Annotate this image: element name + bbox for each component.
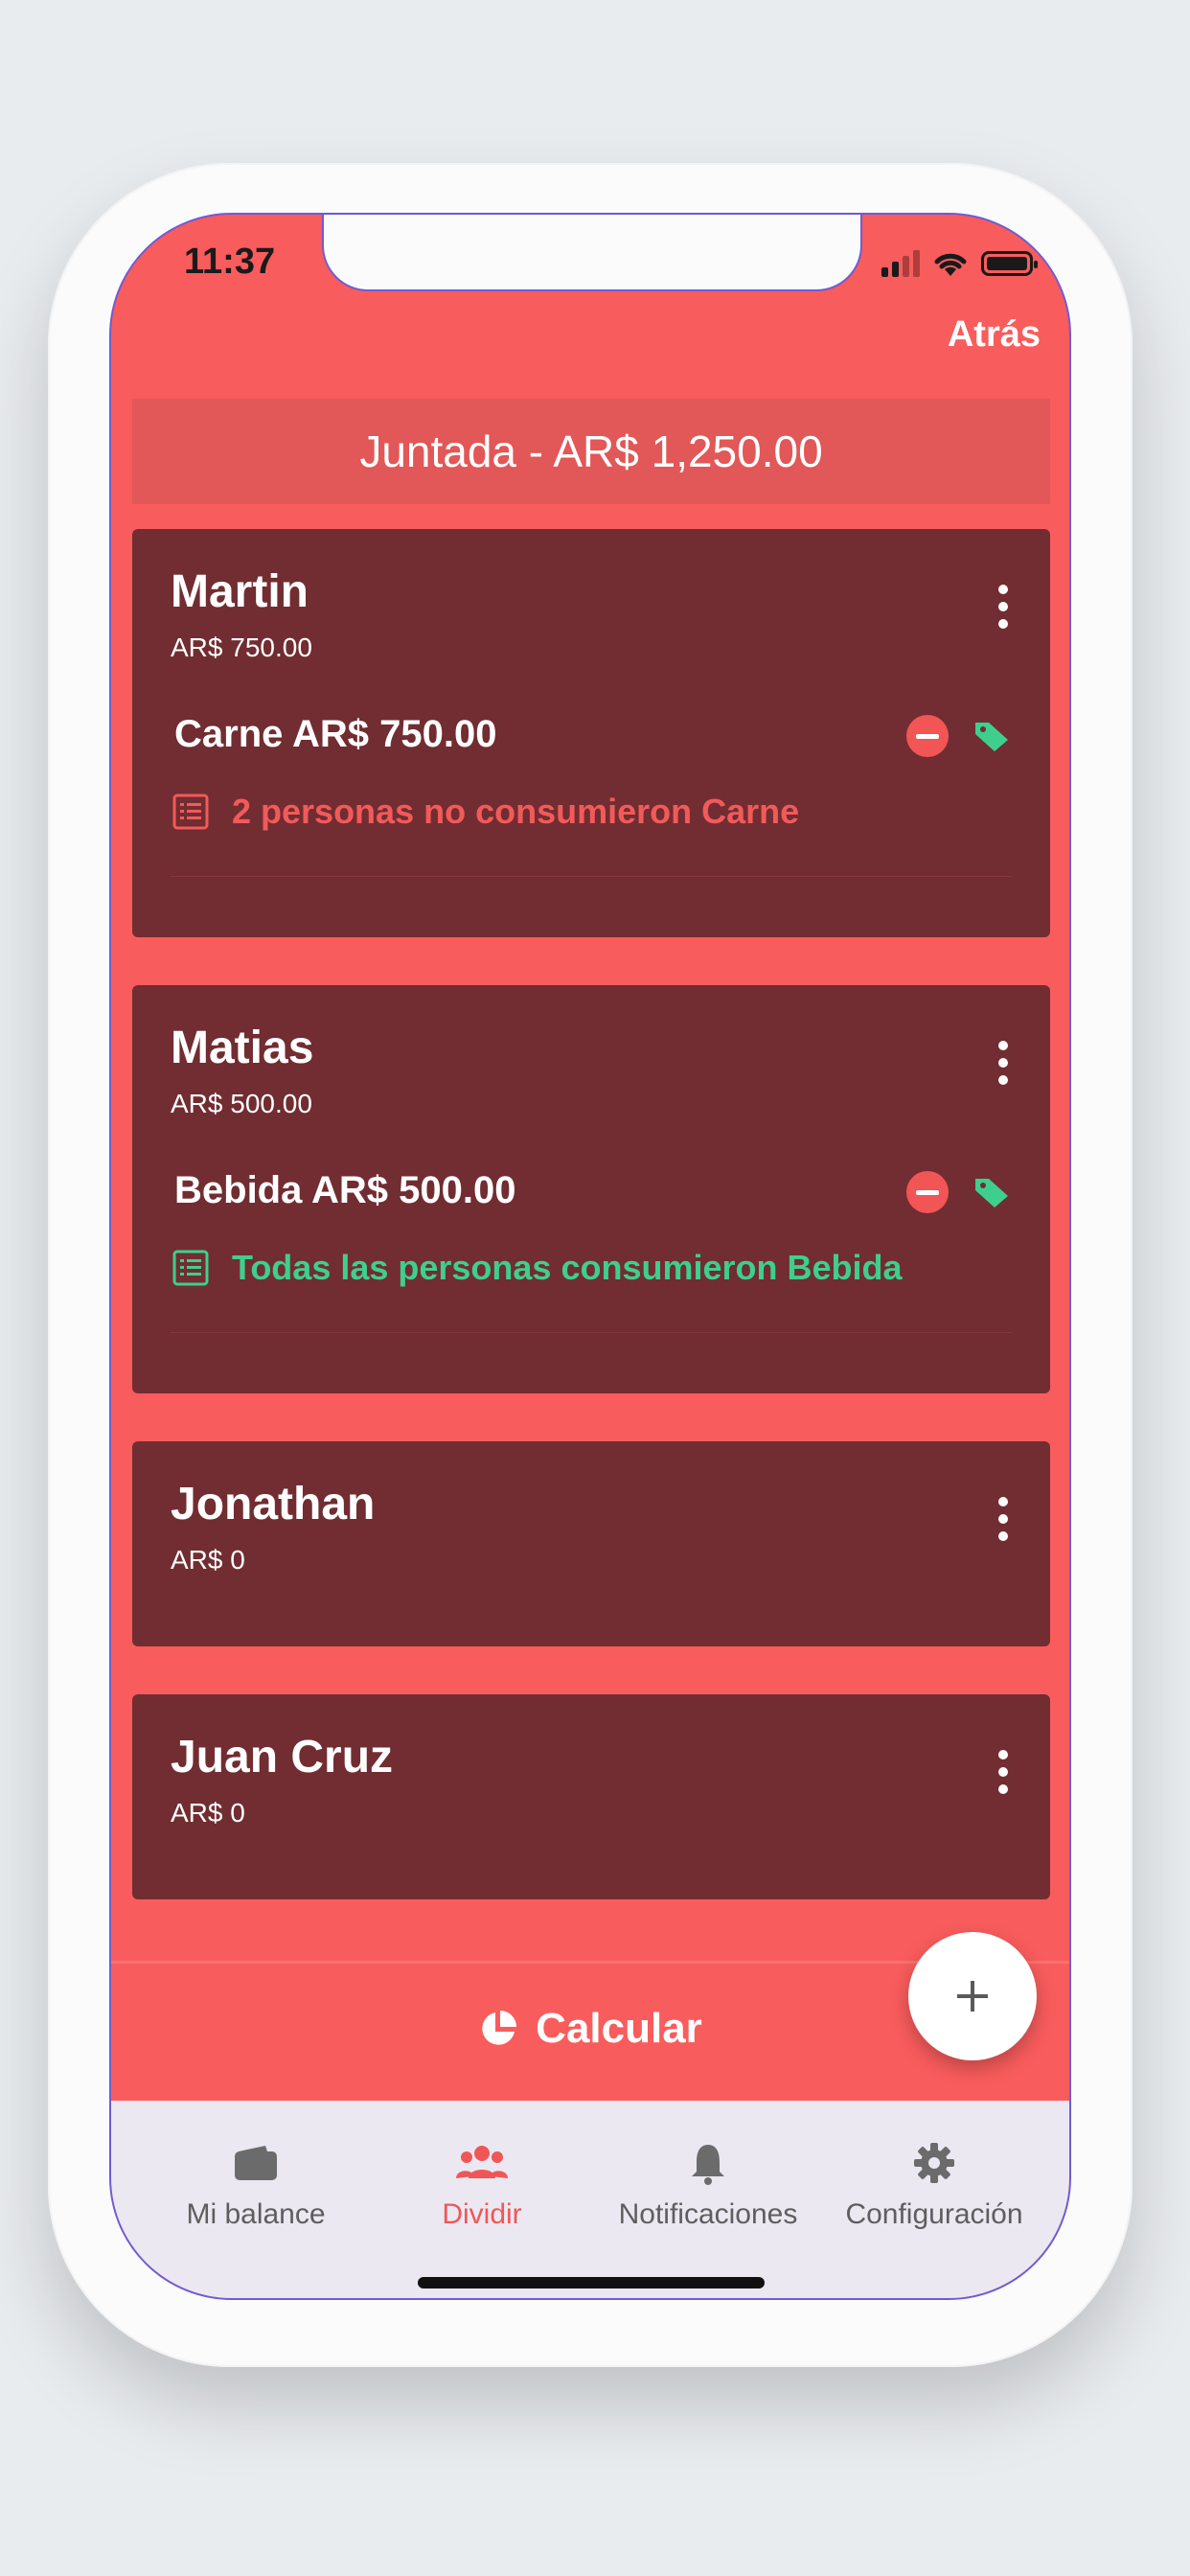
home-indicator bbox=[418, 2277, 765, 2288]
consumption-note: Todas las personas consumieron Bebida bbox=[172, 1248, 903, 1288]
app-screen: 11:37 Atrás Juntada - AR$ 1,250.00 Marti… bbox=[109, 213, 1071, 2300]
card-divider bbox=[171, 876, 1012, 877]
person-card[interactable]: Matias AR$ 500.00 Bebida AR$ 500.00 Toda… bbox=[132, 985, 1050, 1393]
battery-icon bbox=[981, 251, 1038, 276]
plus-icon bbox=[957, 1981, 988, 2012]
tag-icon[interactable] bbox=[973, 1175, 1010, 1209]
tab-dividir[interactable]: Dividir bbox=[362, 2139, 602, 2231]
consumption-note: 2 personas no consumieron Carne bbox=[172, 792, 799, 832]
person-card[interactable]: Martin AR$ 750.00 Carne AR$ 750.00 2 per… bbox=[132, 529, 1050, 937]
more-options-icon[interactable] bbox=[998, 585, 1012, 629]
person-card[interactable]: Juan Cruz AR$ 0 bbox=[132, 1694, 1050, 1899]
expense-item: Carne AR$ 750.00 bbox=[174, 713, 497, 755]
calculate-label: Calcular bbox=[536, 2005, 702, 2052]
notch bbox=[322, 215, 862, 291]
tab-configuracion[interactable]: Configuración bbox=[814, 2139, 1054, 2231]
signal-icon bbox=[881, 250, 920, 277]
tab-label: Mi balance bbox=[186, 2198, 326, 2230]
person-name: Matias bbox=[171, 1023, 314, 1073]
more-options-icon[interactable] bbox=[998, 1041, 1012, 1085]
status-icons bbox=[881, 249, 1038, 278]
tab-label: Dividir bbox=[442, 2198, 522, 2230]
bell-icon bbox=[692, 2145, 724, 2185]
list-icon bbox=[172, 794, 209, 830]
add-button[interactable] bbox=[908, 1932, 1037, 2060]
expense-item: Bebida AR$ 500.00 bbox=[174, 1169, 516, 1211]
person-amount: AR$ 0 bbox=[171, 1545, 245, 1575]
wifi-icon bbox=[934, 253, 967, 276]
tab-label: Notificaciones bbox=[618, 2198, 798, 2230]
person-amount: AR$ 500.00 bbox=[171, 1089, 312, 1118]
gear-icon bbox=[914, 2143, 954, 2183]
person-name: Juan Cruz bbox=[171, 1732, 394, 1782]
person-card[interactable]: Jonathan AR$ 0 bbox=[132, 1441, 1050, 1646]
consumption-note-text: 2 personas no consumieron Carne bbox=[232, 792, 800, 831]
person-amount: AR$ 0 bbox=[171, 1798, 245, 1828]
pie-chart-icon bbox=[482, 2011, 517, 2045]
group-icon bbox=[456, 2146, 508, 2178]
remove-item-button[interactable] bbox=[906, 715, 949, 757]
more-options-icon[interactable] bbox=[998, 1750, 1012, 1794]
person-name: Jonathan bbox=[171, 1479, 376, 1530]
tab-notificaciones[interactable]: Notificaciones bbox=[588, 2139, 828, 2231]
tab-mi-balance[interactable]: Mi balance bbox=[136, 2139, 376, 2231]
person-name: Martin bbox=[171, 566, 309, 617]
list-icon bbox=[172, 1250, 209, 1286]
person-amount: AR$ 750.00 bbox=[171, 632, 312, 662]
back-button[interactable]: Atrás bbox=[948, 314, 1041, 356]
card-divider bbox=[171, 1332, 1012, 1333]
event-title: Juntada - AR$ 1,250.00 bbox=[359, 426, 823, 476]
tab-label: Configuración bbox=[845, 2198, 1023, 2230]
remove-item-button[interactable] bbox=[906, 1171, 949, 1213]
event-banner: Juntada - AR$ 1,250.00 bbox=[132, 399, 1050, 504]
wallet-icon bbox=[235, 2146, 277, 2180]
consumption-note-text: Todas las personas consumieron Bebida bbox=[232, 1248, 903, 1287]
tag-icon[interactable] bbox=[973, 719, 1010, 753]
status-time: 11:37 bbox=[184, 242, 276, 282]
more-options-icon[interactable] bbox=[998, 1497, 1012, 1541]
bottom-tab-bar: Mi balance Dividir Notificaciones Config… bbox=[111, 2101, 1069, 2298]
